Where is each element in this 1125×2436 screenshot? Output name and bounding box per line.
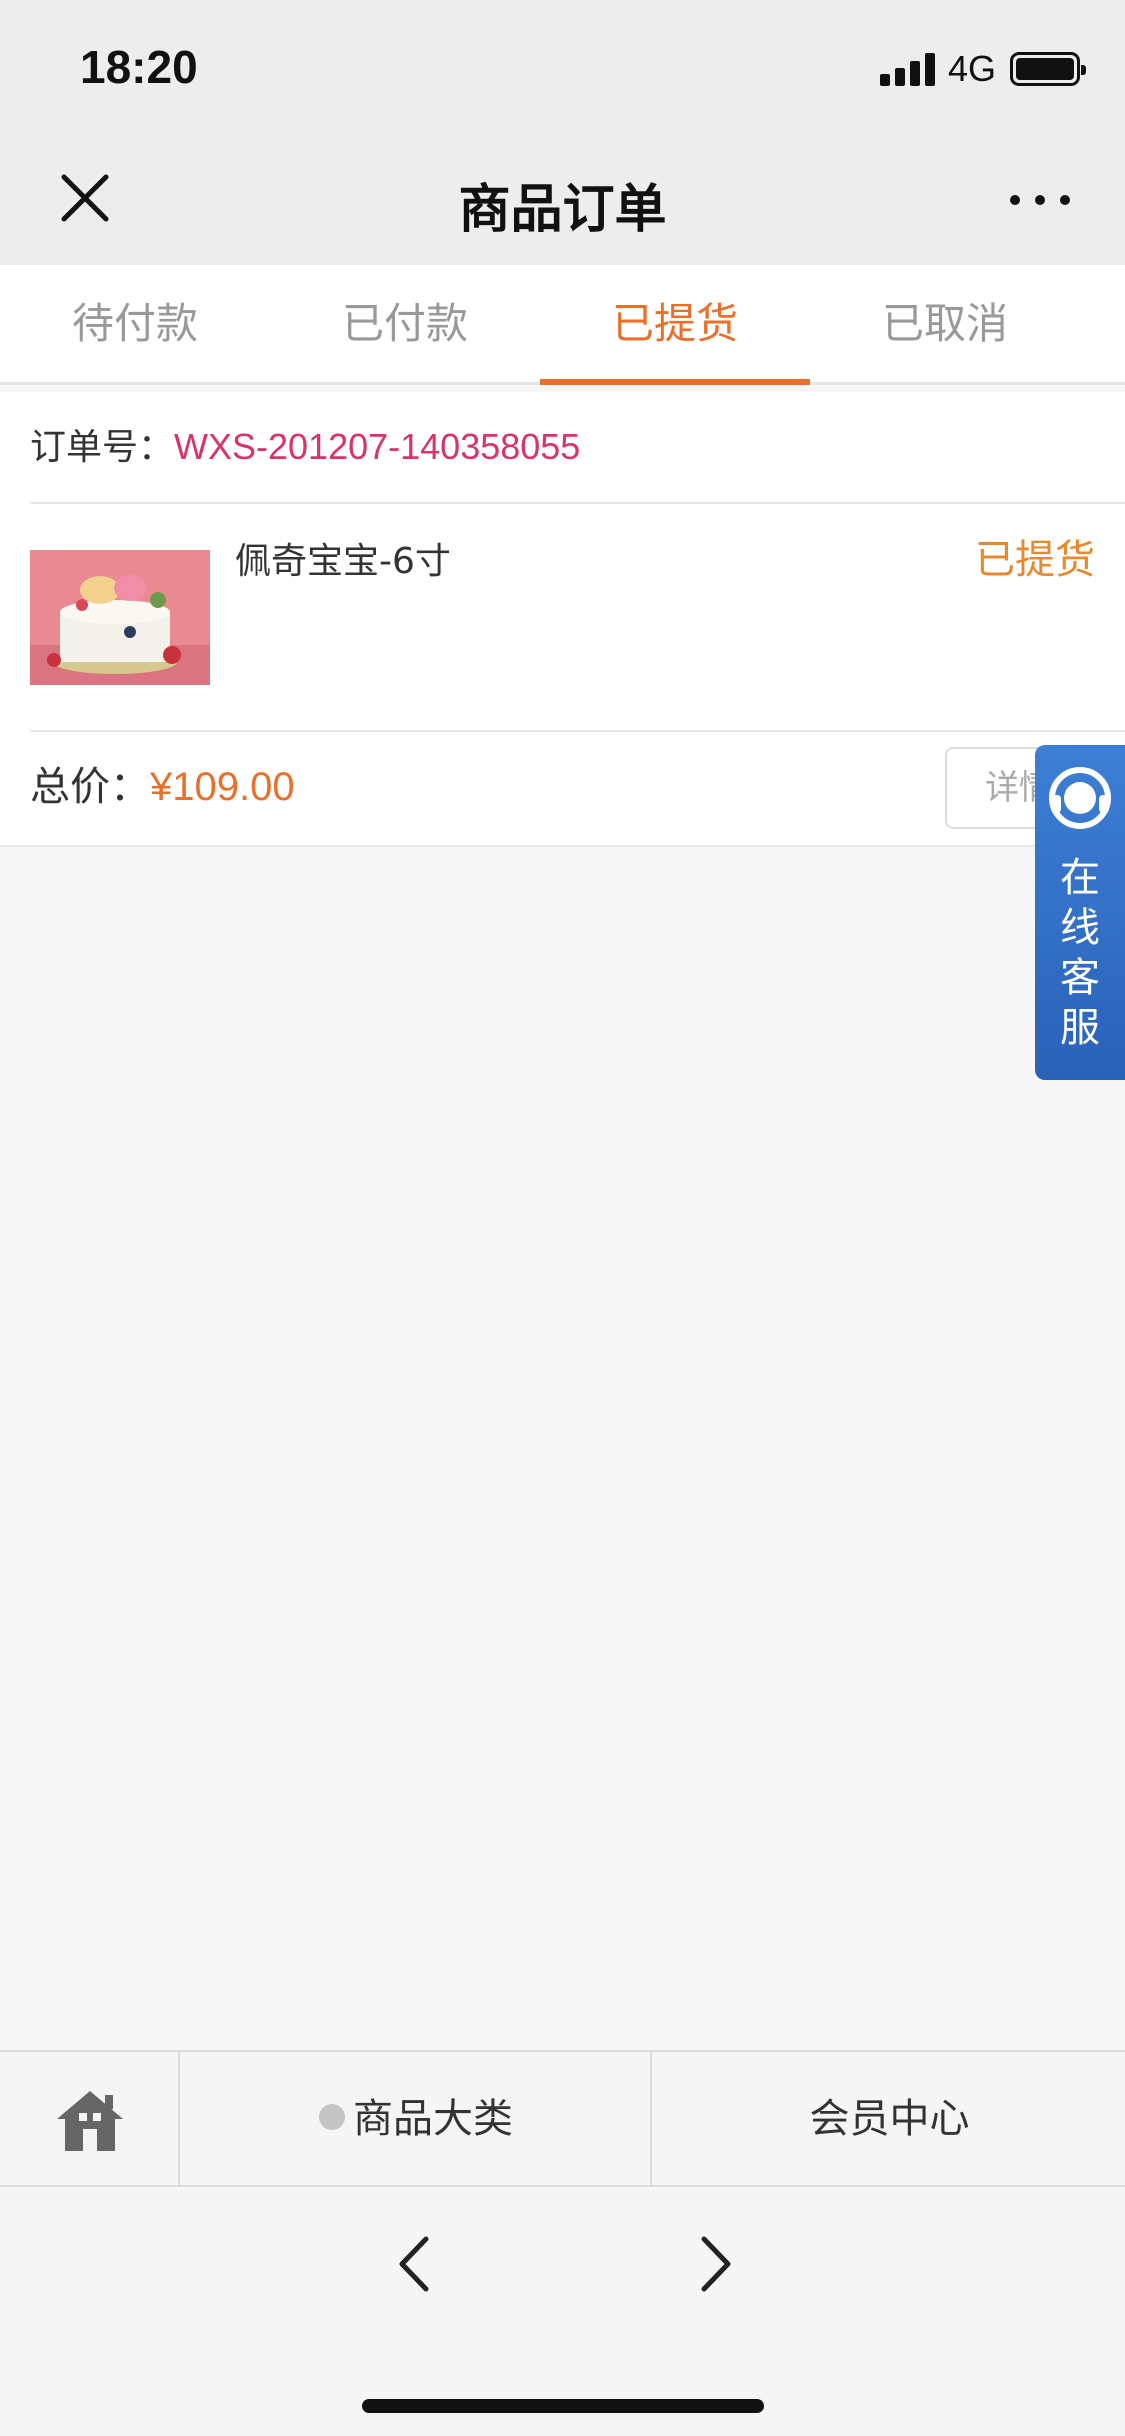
signal-icon (880, 52, 936, 86)
status-time: 18:20 (80, 41, 198, 93)
order-status: 已提货 (975, 537, 1095, 583)
order-number-label: 订单号： (30, 427, 175, 468)
divider (30, 730, 1125, 732)
more-icon[interactable] (1005, 175, 1075, 225)
tab-paid[interactable]: 已付款 (270, 265, 540, 385)
online-service-label: 在线客服 (1060, 855, 1100, 1051)
order-tabs: 待付款 已付款 已提货 已取消 (0, 265, 1125, 385)
forward-arrow-icon[interactable] (690, 2229, 740, 2299)
total-label: 总价： (30, 764, 150, 810)
back-arrow-icon[interactable] (390, 2229, 440, 2299)
category-menu-button[interactable]: 商品大类 (182, 2052, 652, 2187)
tab-picked-up[interactable]: 已提货 (540, 265, 810, 385)
total-price: 总价：¥109.00 (30, 754, 295, 812)
tab-pending-payment[interactable]: 待付款 (0, 265, 270, 385)
home-icon (55, 2087, 125, 2153)
nav-bar: 商品订单 (0, 135, 1125, 265)
order-number-value: WXS-201207-140358055 (174, 426, 581, 467)
battery-icon (1010, 52, 1086, 86)
total-value: ¥109.00 (150, 765, 295, 809)
home-button[interactable] (0, 2052, 180, 2187)
page-title: 商品订单 (458, 180, 667, 240)
network-type: 4G (948, 48, 997, 89)
product-thumbnail[interactable] (30, 550, 210, 685)
browser-toolbar (0, 2189, 1125, 2436)
menu-dot-icon (319, 2104, 345, 2130)
order-number: 订单号：WXS-201207-140358055 (30, 392, 580, 502)
home-indicator[interactable] (362, 2399, 764, 2413)
divider (30, 502, 1125, 504)
member-center-button[interactable]: 会员中心 (654, 2052, 1125, 2187)
bottom-menu: 商品大类 会员中心 (0, 2050, 1125, 2187)
order-card: 订单号：WXS-201207-140358055 佩奇宝宝-6寸 已提货 总价：… (0, 392, 1125, 847)
tab-cancelled[interactable]: 已取消 (810, 265, 1080, 385)
product-name[interactable]: 佩奇宝宝-6寸 (235, 532, 451, 584)
headset-icon (1045, 763, 1115, 833)
online-service-button[interactable]: 在线客服 (1035, 745, 1125, 1080)
status-bar: 18:20 4G (0, 0, 1125, 135)
category-label: 商品大类 (353, 2096, 513, 2142)
